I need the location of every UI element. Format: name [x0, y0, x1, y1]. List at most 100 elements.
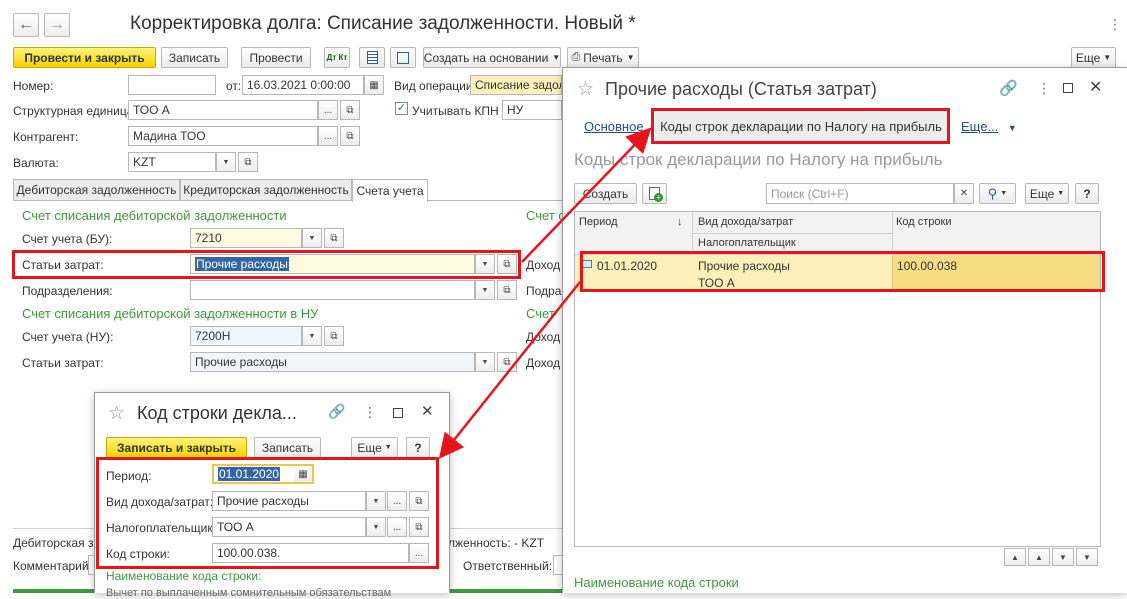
more-button[interactable]: Еще ▼	[351, 437, 398, 458]
taxpayer-dropdown[interactable]: ▼	[366, 517, 386, 537]
search-button[interactable]: ⚲ ▼	[979, 183, 1016, 204]
currency-open-button[interactable]: ⧉	[238, 152, 258, 172]
unit-field[interactable]: ТОО А	[128, 100, 318, 120]
table-row[interactable]: 01.01.2020 Прочие расходы ТОО А 100.00.0…	[575, 255, 1100, 292]
code-select[interactable]: ...	[409, 543, 429, 563]
taxpayer-open[interactable]: ⧉	[409, 517, 429, 537]
account-bu-open[interactable]: ⧉	[324, 228, 344, 248]
tab-payable[interactable]: Кредиторская задолженность	[180, 179, 352, 201]
kind-dropdown[interactable]: ▼	[366, 491, 386, 511]
expense-open[interactable]: ⧉	[497, 254, 517, 274]
menu-icon[interactable]: ⋮	[363, 404, 377, 421]
hierarchy-icon	[397, 51, 409, 64]
save-button[interactable]: Записать	[254, 437, 321, 458]
date-field[interactable]: 16.03.2021 0:00:00	[242, 75, 364, 95]
list-more-button[interactable]: Еще ▼	[1025, 183, 1069, 204]
section-title-receivable: Счет списания дебиторской задолженности	[22, 208, 287, 223]
account-nu-dropdown[interactable]: ▼	[302, 326, 322, 346]
link-icon[interactable]: 🔗	[999, 79, 1018, 97]
report-button[interactable]	[359, 47, 385, 68]
operation-field[interactable]: Списание задолженности	[470, 75, 562, 95]
add-copy-button[interactable]: +	[642, 183, 667, 204]
close-icon[interactable]: ✕	[1089, 77, 1102, 97]
col-kind[interactable]: Вид дохода/затрат	[698, 216, 793, 228]
star-icon[interactable]: ☆	[577, 78, 594, 101]
code-window-title: Код строки декла...	[137, 403, 297, 423]
expense-dropdown[interactable]: ▼	[475, 254, 495, 274]
tab-accounts[interactable]: Счета учета	[352, 179, 428, 202]
operation-label: Вид операции:	[394, 79, 476, 93]
post-and-close-button[interactable]: Провести и закрыть	[13, 47, 156, 68]
dept-open[interactable]: ⧉	[497, 280, 517, 300]
account-bu-field[interactable]: 7210	[190, 228, 302, 248]
dept-field[interactable]	[190, 280, 475, 300]
unit-label: Структурная единица:	[13, 104, 137, 118]
forward-button[interactable]: →	[44, 13, 70, 37]
row-code-cell: 100.00.038	[892, 255, 1100, 292]
post-button[interactable]: Провести	[241, 47, 311, 68]
search-input[interactable]: Поиск (Ctrl+F)	[766, 183, 954, 204]
save-and-close-button[interactable]: Записать и закрыть	[106, 437, 247, 458]
create-button[interactable]: Создать	[574, 183, 637, 204]
tab-more[interactable]: Еще... ▼	[961, 119, 1017, 134]
window-menu-icon[interactable]: ⋮	[1108, 16, 1122, 33]
period-field[interactable]: 01.01.2020	[212, 464, 297, 484]
calendar-button[interactable]: ▦	[364, 75, 384, 95]
nav-up-icon[interactable]: ▲	[1028, 548, 1050, 566]
col-code[interactable]: Код строки	[896, 216, 952, 228]
expense2-dropdown[interactable]: ▼	[475, 352, 495, 372]
code-field[interactable]: 100.00.038.	[212, 543, 409, 563]
contractor-select-button[interactable]: ...	[318, 126, 338, 146]
expense-field[interactable]: Прочие расходы	[190, 254, 475, 274]
save-button[interactable]: Записать	[161, 47, 228, 68]
print-button[interactable]: ⎙ Печать ▼	[567, 47, 639, 68]
nav-last-icon[interactable]: ▼	[1076, 548, 1098, 566]
kind-open[interactable]: ⧉	[409, 491, 429, 511]
contractor-open-button[interactable]: ⧉	[340, 126, 360, 146]
kpn-field[interactable]: НУ	[502, 100, 562, 120]
kpn-checkbox[interactable]: ✓	[395, 102, 408, 115]
unit-select-button[interactable]: ...	[318, 100, 338, 120]
open-icon: ⧉	[503, 356, 511, 368]
kind-select[interactable]: ...	[387, 491, 407, 511]
currency-dropdown-button[interactable]: ▼	[216, 152, 236, 172]
create-based-on-button[interactable]: Создать на основании ▼	[423, 47, 561, 68]
help-button[interactable]: ?	[1075, 183, 1099, 204]
expense2-open[interactable]: ⧉	[497, 352, 517, 372]
kpn-label: Учитывать КПН	[412, 104, 499, 118]
tab-main[interactable]: Основное	[584, 119, 644, 134]
account-bu-dropdown[interactable]: ▼	[302, 228, 322, 248]
contractor-label: Контрагент:	[13, 130, 79, 144]
contractor-field[interactable]: Мадина ТОО	[128, 126, 318, 146]
back-button[interactable]: ←	[13, 13, 39, 37]
help-button[interactable]: ?	[406, 437, 430, 458]
nav-first-icon[interactable]: ▲	[1004, 548, 1026, 566]
kind-field[interactable]: Прочие расходы	[212, 491, 366, 511]
maximize-icon[interactable]	[393, 408, 403, 418]
account-nu-field[interactable]: 7200Н	[190, 326, 302, 346]
expense2-field[interactable]: Прочие расходы	[190, 352, 475, 372]
taxpayer-field[interactable]: ТОО А	[212, 517, 366, 537]
more-button[interactable]: Еще ▼	[1071, 47, 1116, 68]
period-calendar-button[interactable]: ▦	[294, 464, 314, 484]
currency-field[interactable]: KZT	[128, 152, 216, 172]
link-icon[interactable]: 🔗	[328, 403, 345, 420]
close-icon[interactable]: ✕	[421, 402, 434, 420]
col-taxpayer[interactable]: Налогоплательщик	[698, 237, 796, 249]
nav-down-icon[interactable]: ▼	[1052, 548, 1074, 566]
tab-declaration-codes[interactable]: Коды строк декларации по Налогу на прибы…	[655, 111, 947, 141]
taxpayer-select[interactable]: ...	[387, 517, 407, 537]
col-period[interactable]: Период	[579, 216, 618, 228]
structure-button[interactable]	[390, 47, 416, 68]
dept-dropdown[interactable]: ▼	[475, 280, 495, 300]
search-clear-button[interactable]: ✕	[954, 183, 974, 204]
dtkt-button[interactable]: Дт Кт	[324, 47, 350, 68]
maximize-icon[interactable]	[1063, 83, 1073, 93]
chevron-down-icon: ▼	[626, 53, 635, 62]
star-icon[interactable]: ☆	[108, 402, 125, 425]
number-field[interactable]	[128, 75, 216, 95]
account-nu-open[interactable]: ⧉	[324, 326, 344, 346]
tab-receivable[interactable]: Дебиторская задолженность	[13, 179, 180, 201]
menu-icon[interactable]: ⋮	[1037, 80, 1051, 97]
unit-open-button[interactable]: ⧉	[340, 100, 360, 120]
